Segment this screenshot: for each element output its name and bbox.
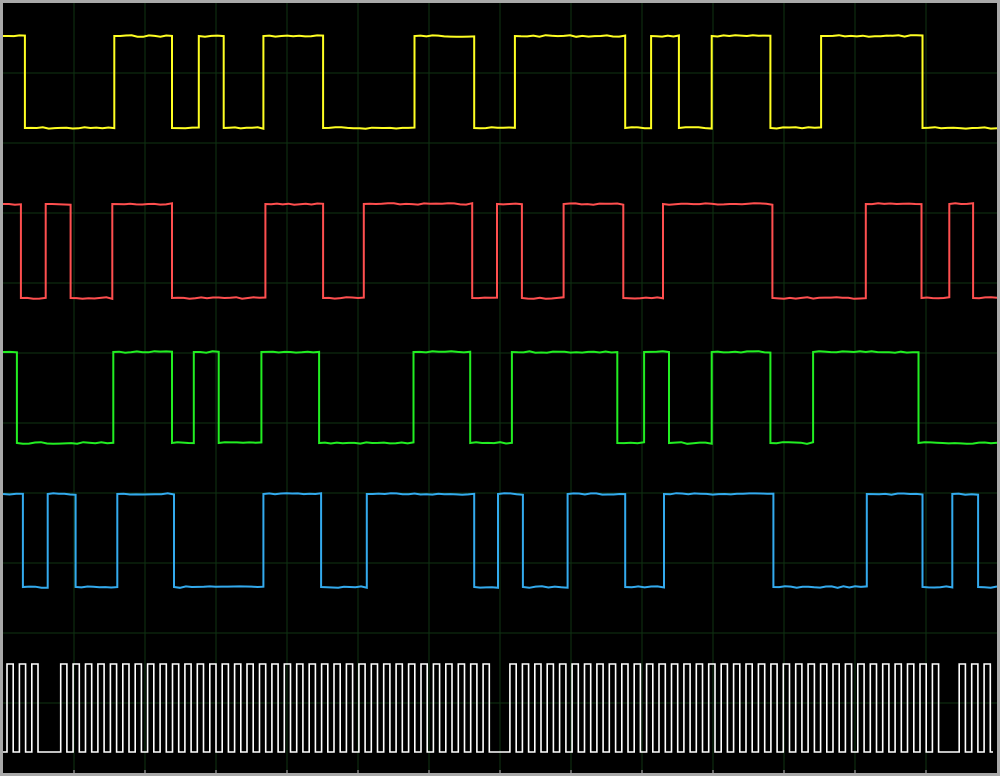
oscilloscope-screen <box>0 0 1000 776</box>
